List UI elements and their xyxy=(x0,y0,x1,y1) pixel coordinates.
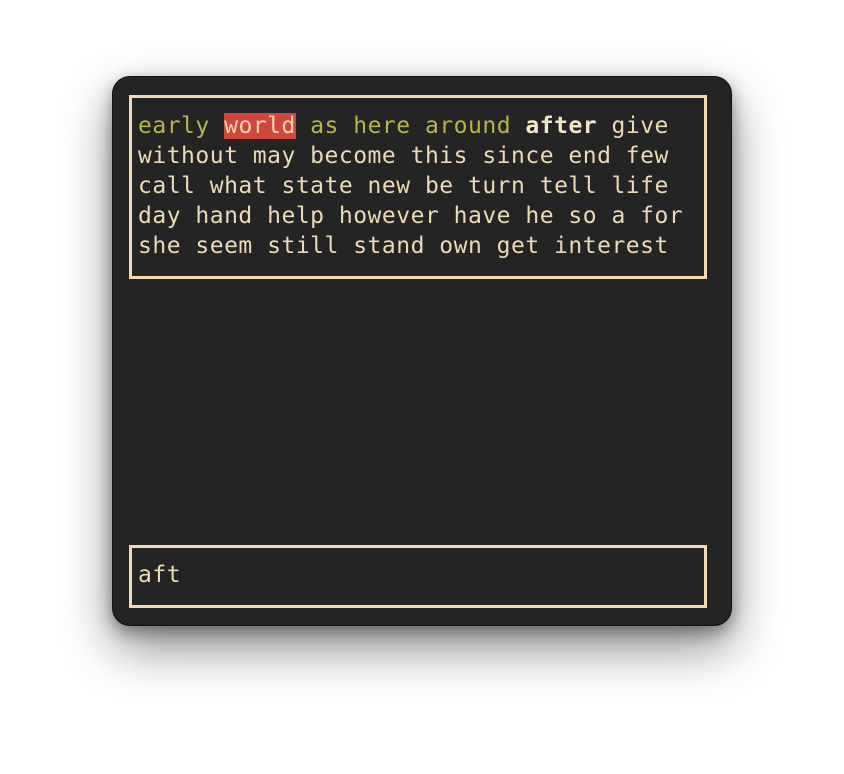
words-line-2: without may become this since end few xyxy=(138,143,669,169)
active-word: after xyxy=(525,113,598,139)
typing-input-text[interactable]: aft xyxy=(138,560,181,590)
remaining-words: give xyxy=(597,113,669,139)
words-line-5: she seem still stand own get interest xyxy=(138,233,669,259)
typing-input-box[interactable]: aft xyxy=(129,545,707,608)
typed-words: early xyxy=(138,113,225,139)
words-text: early world as here around after give wi… xyxy=(138,111,683,261)
current-word-highlight: world xyxy=(224,113,296,139)
typed-words-after: as here around xyxy=(295,113,526,139)
words-panel: early world as here around after give wi… xyxy=(129,95,707,279)
words-line-3: call what state new be turn tell life xyxy=(138,173,669,199)
terminal-window: early world as here around after give wi… xyxy=(112,76,732,626)
words-line-1: early world as here around after give xyxy=(138,111,683,141)
words-line-4: day hand help however have he so a for xyxy=(138,203,684,229)
